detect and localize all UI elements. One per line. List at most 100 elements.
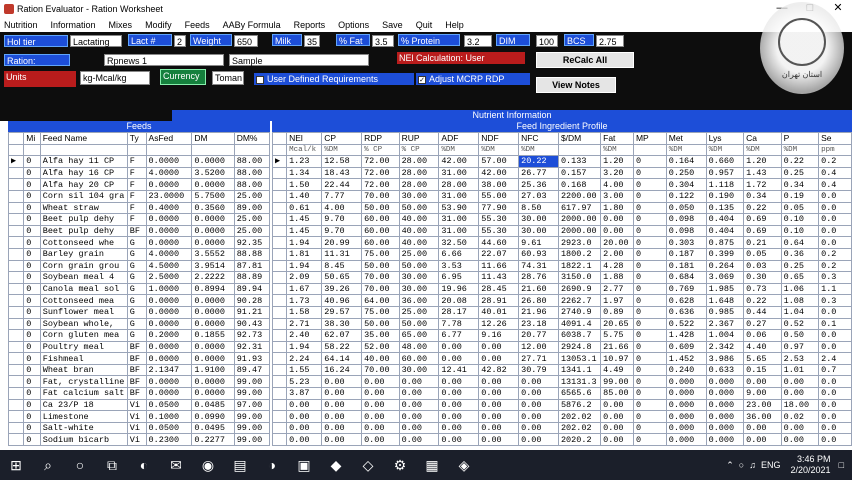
profile-col-header-10[interactable]: Met xyxy=(665,132,707,145)
explorer-icon[interactable]: ▤ xyxy=(224,450,256,480)
feed-cell-dmp[interactable]: 89.94 xyxy=(233,282,271,296)
table-row[interactable]: 0.00 0.00 0.00 0.00 0.00 0.00 0.00 202.02 0.00 0 0… xyxy=(271,421,852,435)
profile-cell-fat[interactable]: 1.80 xyxy=(600,201,634,215)
feed-cell-ty[interactable]: BF xyxy=(126,340,147,354)
table-row[interactable]: 1.50 22.44 72.00 28.00 28.00 38.00 25.36 0.168 4… xyxy=(271,178,852,191)
profile-cell-rup[interactable]: 0.00 xyxy=(398,387,440,400)
profile-cell-se[interactable]: 0.1 xyxy=(818,317,852,331)
profile-cell-lys[interactable]: 0.399 xyxy=(705,247,745,261)
table-row[interactable]: 1.45 9.70 60.00 40.00 31.00 55.30 30.00 2000.00… xyxy=(271,224,852,238)
profile-cell-rdp[interactable]: 0.00 xyxy=(361,433,400,447)
profile-cell-ca[interactable]: 23.00 xyxy=(743,398,782,412)
feed-cell-ty[interactable]: Vi xyxy=(126,410,147,423)
profile-cell-adf[interactable]: 12.41 xyxy=(438,363,480,377)
profile-cell-mp[interactable]: 0 xyxy=(632,398,667,412)
profile-cell-adf[interactable]: 0.00 xyxy=(438,352,480,365)
profile-cell-se[interactable]: 0.0 xyxy=(818,410,852,423)
profile-cell-se[interactable]: 1.1 xyxy=(818,282,852,296)
profile-cell-se[interactable]: 0.0 xyxy=(818,213,852,226)
profile-cell-ndf[interactable]: 9.16 xyxy=(478,329,520,342)
profile-cell-p[interactable]: 0.34 xyxy=(780,178,820,191)
profile-cell-adf[interactable]: 19.96 xyxy=(438,282,480,296)
menu-item-nutrition[interactable]: Nutrition xyxy=(4,20,38,30)
profile-cell-cp[interactable]: 62.07 xyxy=(321,329,363,342)
feed-cell-ty[interactable]: G xyxy=(126,294,147,307)
profile-cell-cost[interactable]: 1822.1 xyxy=(557,259,602,273)
profile-cell-lys[interactable]: 0.957 xyxy=(705,166,745,180)
menu-item-quit[interactable]: Quit xyxy=(416,20,433,30)
profile-cell-ca[interactable]: 0.00 xyxy=(743,421,782,435)
table-row[interactable]: 0 Corn gluten mea G 0.2000 0.1855 92.73 xyxy=(7,329,271,342)
feed-cell-dmp[interactable]: 88.00 xyxy=(233,166,271,180)
profile-cell-nfc[interactable]: 26.77 xyxy=(518,166,559,180)
windows-start-icon[interactable]: ⊞ xyxy=(0,450,32,480)
profile-cell-se[interactable]: 0.0 xyxy=(818,340,852,354)
profile-cell-met[interactable]: 0.000 xyxy=(665,398,707,412)
profile-cell-p[interactable]: 0.10 xyxy=(780,224,820,238)
param-field-15[interactable]: 2.75 xyxy=(596,35,624,47)
profile-cell-nfc[interactable]: 74.31 xyxy=(518,259,559,273)
table-row[interactable]: 5.23 0.00 0.00 0.00 0.00 0.00 0.00 13131.3 99.00… xyxy=(271,375,852,389)
feed-cell-dmp[interactable]: 90.28 xyxy=(233,294,271,307)
profile-cell-rdp[interactable]: 40.00 xyxy=(361,352,400,365)
feed-cell-dmp[interactable]: 97.00 xyxy=(233,398,271,412)
profile-cell-lys[interactable]: 0.000 xyxy=(705,398,745,412)
profile-cell-rup[interactable]: 28.00 xyxy=(398,178,440,191)
profile-cell-nfc[interactable]: 21.96 xyxy=(518,305,559,319)
profile-cell-rdp[interactable]: 60.00 xyxy=(361,224,400,238)
profile-cell-cost[interactable]: 0.168 xyxy=(557,178,602,191)
profile-cell-rup[interactable]: 0.00 xyxy=(398,410,440,423)
profile-cell-nel[interactable]: 1.50 xyxy=(286,178,323,191)
volume-icon[interactable]: ♫ xyxy=(749,460,756,470)
table-row[interactable]: 0 Salt-white Vi 0.0500 0.0495 99.00 xyxy=(7,421,271,435)
feed-cell-ty[interactable]: F xyxy=(126,166,147,180)
feed-cell-dm[interactable]: 0.0000 xyxy=(191,375,235,389)
profile-cell-lys[interactable]: 0.633 xyxy=(705,363,745,377)
feed-cell-dm[interactable]: 0.0000 xyxy=(191,155,235,168)
profile-cell-ca[interactable]: 4.40 xyxy=(743,340,782,354)
firefox-icon[interactable]: ◑ xyxy=(256,450,288,480)
profile-cell-ndf[interactable]: 0.00 xyxy=(478,421,520,435)
menu-item-mixes[interactable]: Mixes xyxy=(109,20,133,30)
profile-cell-adf[interactable]: 3.53 xyxy=(438,259,480,273)
chrome-icon[interactable]: ◉ xyxy=(192,450,224,480)
table-row[interactable]: 0 Sunflower meal G 0.0000 0.0000 91.21 xyxy=(7,305,271,319)
profile-cell-se[interactable]: 0.0 xyxy=(818,398,852,412)
profile-col-header-6[interactable]: NFC xyxy=(518,132,559,145)
feed-cell-dm[interactable]: 0.0000 xyxy=(191,340,235,354)
table-row[interactable]: 0 Ca 23/P 18 Vi 0.0500 0.0485 97.00 xyxy=(7,398,271,412)
profile-cell-mp[interactable]: 0 xyxy=(632,155,667,168)
profile-cell-ca[interactable]: 1.43 xyxy=(743,166,782,180)
feed-cell-dmp[interactable]: 99.00 xyxy=(233,421,271,435)
feed-cell-asfed[interactable]: 0.0000 xyxy=(145,305,193,319)
profile-cell-cp[interactable]: 22.44 xyxy=(321,178,363,191)
feed-cell-name[interactable]: Alfa hay 11 CP xyxy=(39,155,128,168)
feed-cell-dm[interactable]: 5.7500 xyxy=(191,189,235,203)
profile-cell-nfc[interactable]: 0.00 xyxy=(518,398,559,412)
profile-cell-met[interactable]: 0.769 xyxy=(665,282,707,296)
feed-cell-name[interactable]: Sunflower meal xyxy=(39,305,128,319)
profile-cell-cp[interactable]: 39.26 xyxy=(321,282,363,296)
profile-cell-mp[interactable]: 0 xyxy=(632,329,667,342)
profile-cell-rup[interactable]: 65.00 xyxy=(398,329,440,342)
feeds-col-header-2[interactable]: Ty xyxy=(126,132,147,145)
profile-cell-p[interactable]: 0.00 xyxy=(780,375,820,389)
feed-cell-mi[interactable]: 0 xyxy=(23,294,41,307)
feed-cell-dmp[interactable]: 91.93 xyxy=(233,352,271,365)
profile-cell-cp[interactable]: 9.70 xyxy=(321,213,363,226)
feed-cell-ty[interactable]: F xyxy=(126,201,147,215)
profile-cell-cp[interactable]: 16.24 xyxy=(321,363,363,377)
profile-cell-rup[interactable]: 0.00 xyxy=(398,398,440,412)
profile-cell-ca[interactable]: 0.00 xyxy=(743,375,782,389)
profile-cell-ndf[interactable]: 0.00 xyxy=(478,410,520,423)
profile-cell-lys[interactable]: 1.985 xyxy=(705,282,745,296)
feed-cell-mi[interactable]: 0 xyxy=(23,236,41,249)
table-row[interactable]: 0 Barley grain G 4.0000 3.5552 88.88 xyxy=(7,247,271,261)
feeds-col-header-0[interactable]: Mi xyxy=(23,132,41,145)
feed-cell-dm[interactable]: 2.2222 xyxy=(191,271,235,284)
feed-cell-mi[interactable]: 0 xyxy=(23,247,41,261)
profile-cell-cost[interactable]: 1800.2 xyxy=(557,247,602,261)
profile-cell-cost[interactable]: 202.02 xyxy=(557,421,602,435)
feed-cell-asfed[interactable]: 0.0000 xyxy=(145,294,193,307)
profile-cell-ca[interactable]: 0.27 xyxy=(743,317,782,331)
